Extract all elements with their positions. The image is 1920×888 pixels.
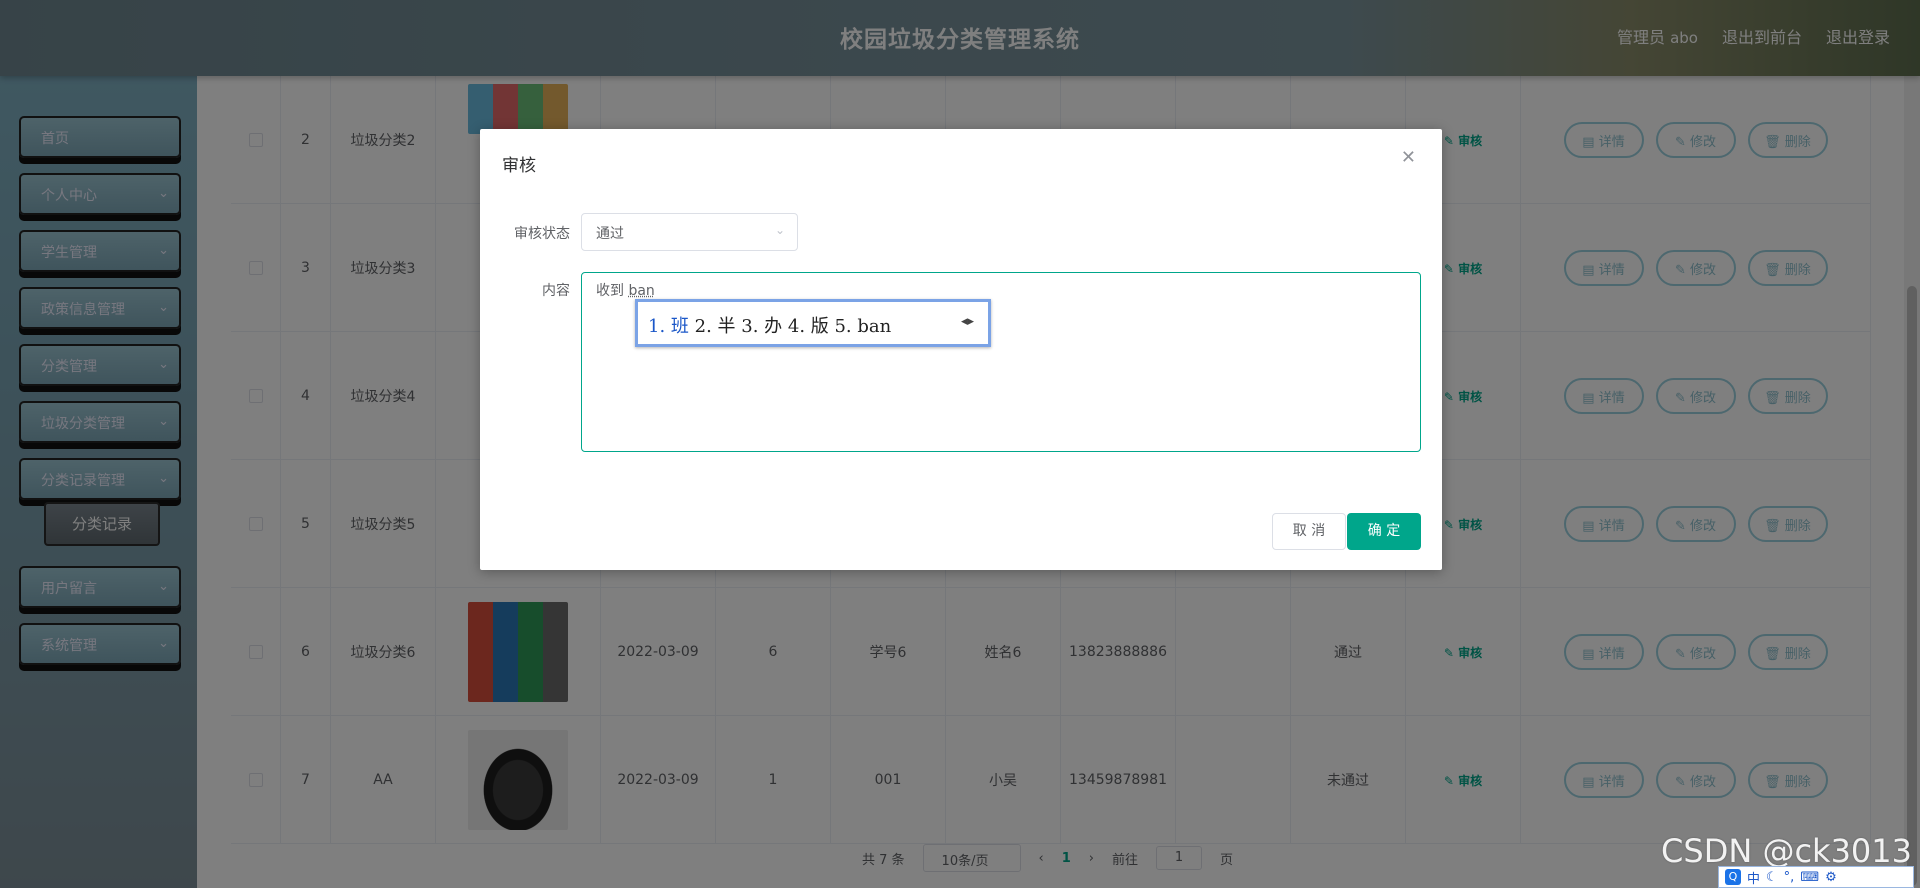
ime-page-arrows-icon[interactable]: ◂▸ xyxy=(961,314,974,329)
ime-candidate-first[interactable]: 1. 班 xyxy=(648,316,689,337)
close-icon[interactable]: ✕ xyxy=(1401,147,1416,168)
confirm-button[interactable]: 确 定 xyxy=(1347,513,1421,550)
content-label: 内容 xyxy=(542,283,570,299)
app-root: 校园垃圾分类管理系统 管理员 abo 退出到前台 退出登录 首页 个人中心⌄ 学… xyxy=(0,0,1920,888)
status-label: 审核状态 xyxy=(514,226,570,242)
punctuation-icon[interactable]: °, xyxy=(1784,870,1795,885)
ime-mode[interactable]: 中 xyxy=(1747,868,1760,887)
cancel-button[interactable]: 取 消 xyxy=(1272,513,1346,550)
audit-dialog: 审核 ✕ 审核状态 通过 ⌄ 内容 收到 ban 1. 班 2. 半 3. 办 … xyxy=(480,129,1442,570)
status-value: 通过 xyxy=(596,226,624,242)
chevron-down-icon: ⌄ xyxy=(774,223,785,237)
dialog-title: 审核 xyxy=(502,156,536,176)
settings-icon[interactable]: ⚙ xyxy=(1825,870,1837,885)
ime-candidates-rest[interactable]: 2. 半 3. 办 4. 版 5. ban xyxy=(689,316,892,337)
moon-icon[interactable]: ☾ xyxy=(1766,870,1778,885)
watermark: CSDN @ck3013 xyxy=(1661,832,1912,870)
ime-logo-icon: Q xyxy=(1725,869,1741,885)
keyboard-icon[interactable]: ⌨ xyxy=(1800,870,1819,885)
content-composing: ban xyxy=(628,283,655,299)
status-select[interactable]: 通过 ⌄ xyxy=(581,213,798,251)
ime-status-bar[interactable]: Q 中 ☾ °, ⌨ ⚙ xyxy=(1718,866,1914,888)
content-text: 收到 xyxy=(596,283,629,299)
ime-candidate-window[interactable]: 1. 班 2. 半 3. 办 4. 版 5. ban ◂▸ xyxy=(635,299,991,347)
